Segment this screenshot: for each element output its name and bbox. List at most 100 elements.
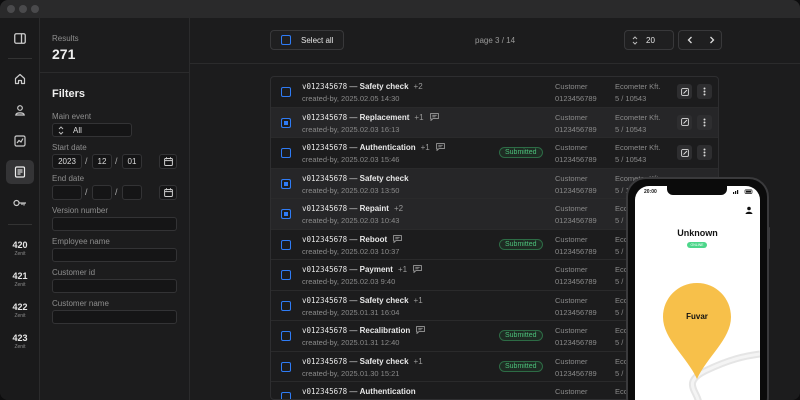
row-title: v012345678 — Authentication +1 — [302, 143, 445, 152]
row-checkbox[interactable] — [281, 148, 291, 158]
row-organization: Ecometer Kft. — [615, 112, 661, 122]
rail-item-421[interactable]: 421 Zenit — [0, 271, 40, 288]
table-row[interactable]: v012345678 — Replacement +1 created-by, 20… — [271, 107, 718, 138]
row-id: v012345678 — [302, 112, 348, 122]
row-separator: — — [347, 387, 360, 396]
title-bar — [0, 0, 800, 18]
window-close-dot[interactable] — [7, 5, 15, 13]
more-vertical-icon — [703, 118, 706, 126]
row-checkbox[interactable] — [281, 270, 291, 280]
row-checkbox[interactable] — [281, 300, 291, 311]
row-title: v012345678 — Repaint +2 — [302, 204, 403, 213]
rail-item-422[interactable]: 422 Zenit — [0, 302, 40, 319]
start-year-field[interactable]: 2023 — [52, 154, 82, 169]
status-badge: Submitted — [499, 238, 543, 250]
end-date-label: End date — [52, 174, 85, 183]
row-checkbox[interactable] — [281, 361, 291, 372]
row-id: v012345678 — [302, 204, 348, 213]
rail-item-423[interactable]: 423 Zenit — [0, 333, 40, 350]
row-organization-number: 5 / 10543 — [615, 94, 647, 103]
nav-keys[interactable] — [6, 191, 34, 215]
start-day-field[interactable]: 01 — [122, 154, 142, 169]
more-options-button[interactable] — [697, 114, 712, 130]
start-date-picker[interactable] — [159, 154, 177, 169]
nav-documents[interactable] — [6, 160, 34, 184]
row-checkbox[interactable] — [281, 209, 291, 219]
profile-icon[interactable] — [745, 206, 753, 214]
row-checkbox[interactable] — [281, 239, 291, 250]
row-checkbox[interactable] — [281, 331, 291, 341]
per-page-value: 20 — [646, 35, 655, 45]
row-customer-label: Customer — [555, 295, 588, 305]
nav-home[interactable] — [6, 67, 34, 91]
next-page-button[interactable] — [701, 31, 723, 49]
edit-button[interactable] — [677, 114, 692, 130]
rail-item-number: 421 — [12, 271, 28, 281]
rail-item-420[interactable]: 420 Zenit — [0, 240, 40, 257]
row-checkbox[interactable] — [281, 87, 291, 97]
row-checkbox[interactable] — [281, 178, 291, 189]
row-organization-number: 5 / 10543 — [615, 155, 647, 164]
table-row[interactable]: v012345678 — Authentication +1 created-by,… — [271, 138, 718, 169]
row-title: v012345678 — Replacement +1 — [302, 113, 439, 122]
row-checkbox[interactable] — [281, 117, 291, 128]
location-pin-icon[interactable] — [661, 281, 733, 381]
rail-item-number: 423 — [12, 333, 28, 343]
row-meta: created-by, 2025.02.03 16:13 — [302, 124, 400, 134]
row-event: Safety check — [359, 173, 409, 183]
row-separator: — — [347, 295, 360, 305]
edit-icon — [680, 148, 689, 157]
select-all-button[interactable]: Select all — [270, 30, 344, 50]
prev-page-button[interactable] — [679, 31, 701, 49]
customer-name-input[interactable] — [52, 310, 177, 324]
filter-sidebar: Results 271 Filters Main event All Start… — [40, 18, 190, 400]
date-separator: / — [85, 156, 88, 166]
main-event-select[interactable]: All — [52, 123, 132, 137]
filters-title: Filters — [52, 88, 86, 100]
comment-icon — [393, 234, 403, 243]
more-options-button[interactable] — [697, 145, 712, 160]
row-organization: Ecometer Kft. — [615, 143, 661, 152]
nav-users[interactable] — [6, 98, 34, 122]
row-meta: created-by, 2025.02.03 10:37 — [302, 246, 400, 256]
end-day-field[interactable] — [122, 185, 142, 200]
more-options-button[interactable] — [697, 84, 712, 99]
row-event: Replacement — [359, 112, 410, 122]
version-number-input[interactable] — [52, 217, 177, 231]
row-title: v012345678 — Reboot — [302, 234, 403, 244]
end-year-field[interactable] — [52, 185, 82, 200]
rail-item-sub: Zenit — [14, 251, 26, 257]
table-row[interactable]: v012345678 — Safety check +2 created-by, 2… — [271, 77, 718, 108]
per-page-select[interactable]: 20 — [624, 30, 674, 50]
row-customer-label: Customer — [555, 326, 588, 335]
customer-id-input[interactable] — [52, 279, 177, 293]
nav-analytics[interactable] — [6, 129, 34, 153]
chevron-updown-icon — [58, 126, 64, 135]
row-id: v012345678 — [302, 234, 348, 244]
window-minimize-dot[interactable] — [19, 5, 27, 13]
pin-label: Fuvar — [686, 312, 708, 321]
end-month-field[interactable] — [92, 185, 112, 200]
employee-name-input[interactable] — [52, 248, 177, 262]
pagination-controls — [678, 30, 722, 50]
comment-icon — [416, 326, 426, 335]
toggle-sidebar-button[interactable] — [6, 26, 34, 50]
row-id: v012345678 — [302, 82, 348, 91]
rail-divider — [8, 58, 32, 59]
row-meta: created-by, 2025.01.31 12:40 — [302, 338, 400, 347]
end-date-picker[interactable] — [159, 185, 177, 200]
edit-button[interactable] — [677, 84, 692, 99]
calendar-icon — [163, 188, 173, 197]
row-checkbox[interactable] — [281, 392, 291, 399]
row-customer-number: 0123456789 — [555, 155, 597, 164]
window-zoom-dot[interactable] — [31, 5, 39, 13]
edit-button[interactable] — [677, 145, 692, 160]
row-meta: created-by, 2025.02.03 9:40 — [302, 277, 396, 286]
row-event: Reboot — [359, 234, 388, 244]
start-month-field[interactable]: 12 — [92, 154, 112, 169]
select-all-checkbox[interactable] — [281, 35, 291, 45]
customer-name-label: Customer name — [52, 299, 109, 308]
row-customer-number: 0123456789 — [555, 185, 597, 195]
row-customer-label: Customer — [555, 112, 588, 122]
row-id: v012345678 — [302, 356, 348, 366]
